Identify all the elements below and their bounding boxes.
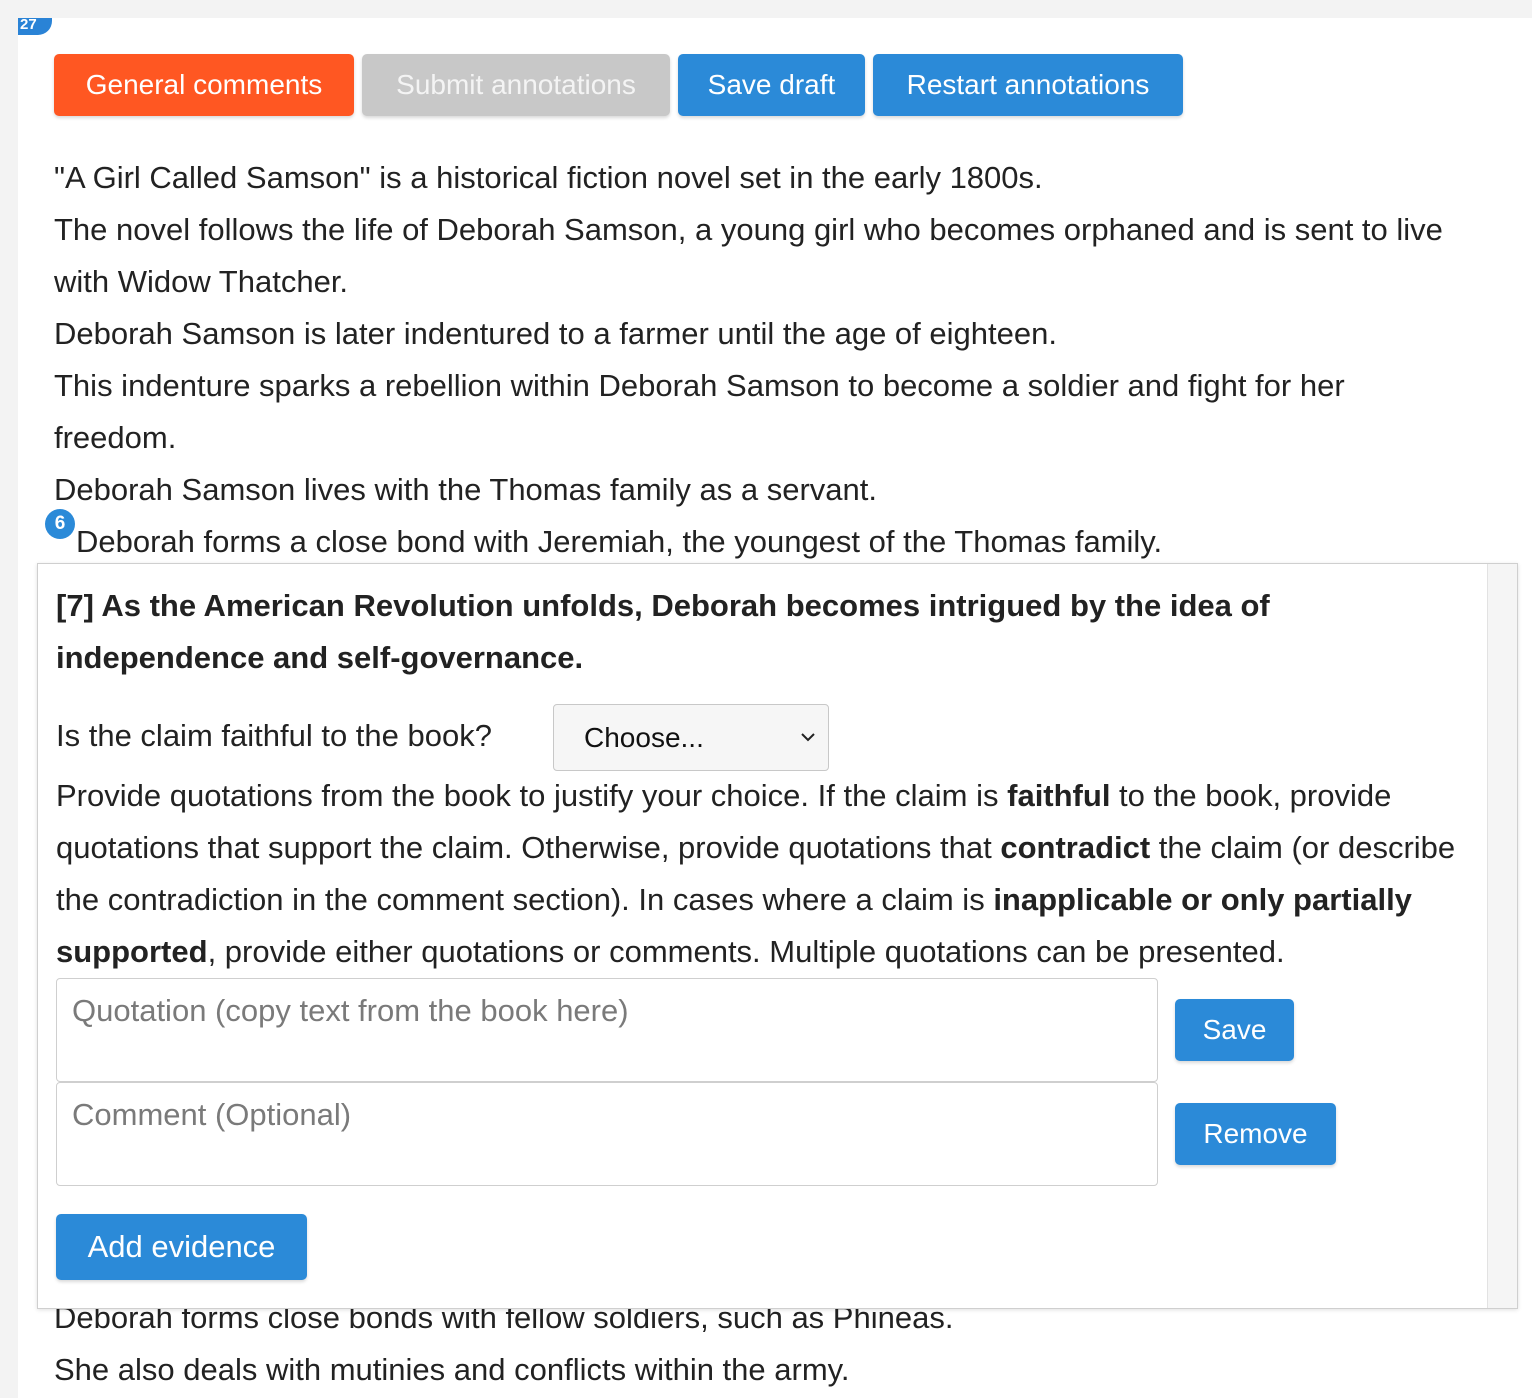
instruction-text: , provide either quotations or comments.… xyxy=(207,934,1285,969)
summary-line: Deborah forms a close bond with Jeremiah… xyxy=(76,524,1163,559)
evidence-instructions: Provide quotations from the book to just… xyxy=(56,770,1486,978)
comment-input[interactable] xyxy=(56,1082,1158,1186)
summary-line: The novel follows the life of Deborah Sa… xyxy=(54,212,1443,247)
instruction-emphasis: faithful xyxy=(1007,778,1111,813)
restart-annotations-button[interactable]: Restart annotations xyxy=(873,54,1183,116)
save-draft-button[interactable]: Save draft xyxy=(678,54,865,116)
claim-annotation-panel: [7] As the American Revolution unfolds, … xyxy=(37,563,1518,1309)
summary-line: freedom. xyxy=(54,420,177,455)
faithfulness-select[interactable]: Choose... xyxy=(553,704,829,771)
summary-line: Deborah Samson lives with the Thomas fam… xyxy=(54,472,878,507)
instruction-emphasis: contradict xyxy=(1000,830,1151,865)
save-evidence-button[interactable]: Save xyxy=(1175,999,1294,1061)
claim-number-badge[interactable]: 6 xyxy=(45,509,75,539)
claim-text: [7] As the American Revolution unfolds, … xyxy=(56,588,1270,675)
remove-evidence-button[interactable]: Remove xyxy=(1175,1103,1336,1165)
annotation-page: 27 General comments Submit annotations S… xyxy=(18,18,1532,1398)
summary-line: Deborah Samson is later indentured to a … xyxy=(54,316,1057,351)
page-number-badge: 27 xyxy=(18,18,52,35)
general-comments-button[interactable]: General comments xyxy=(54,54,354,116)
add-evidence-button[interactable]: Add evidence xyxy=(56,1214,307,1280)
instruction-text: Provide quotations from the book to just… xyxy=(56,778,1008,813)
summary-line: with Widow Thatcher. xyxy=(54,264,349,299)
summary-line: This indenture sparks a rebellion within… xyxy=(54,368,1345,403)
select-value: Choose... xyxy=(584,722,704,753)
chevron-down-icon xyxy=(801,733,815,742)
faithfulness-question: Is the claim faithful to the book? xyxy=(56,718,492,753)
panel-scrollbar[interactable] xyxy=(1487,564,1517,1308)
quotation-input[interactable] xyxy=(56,978,1158,1082)
summary-line: "A Girl Called Samson" is a historical f… xyxy=(54,160,1043,195)
summary-line: She also deals with mutinies and conflic… xyxy=(54,1352,850,1387)
submit-annotations-button[interactable]: Submit annotations xyxy=(362,54,670,116)
